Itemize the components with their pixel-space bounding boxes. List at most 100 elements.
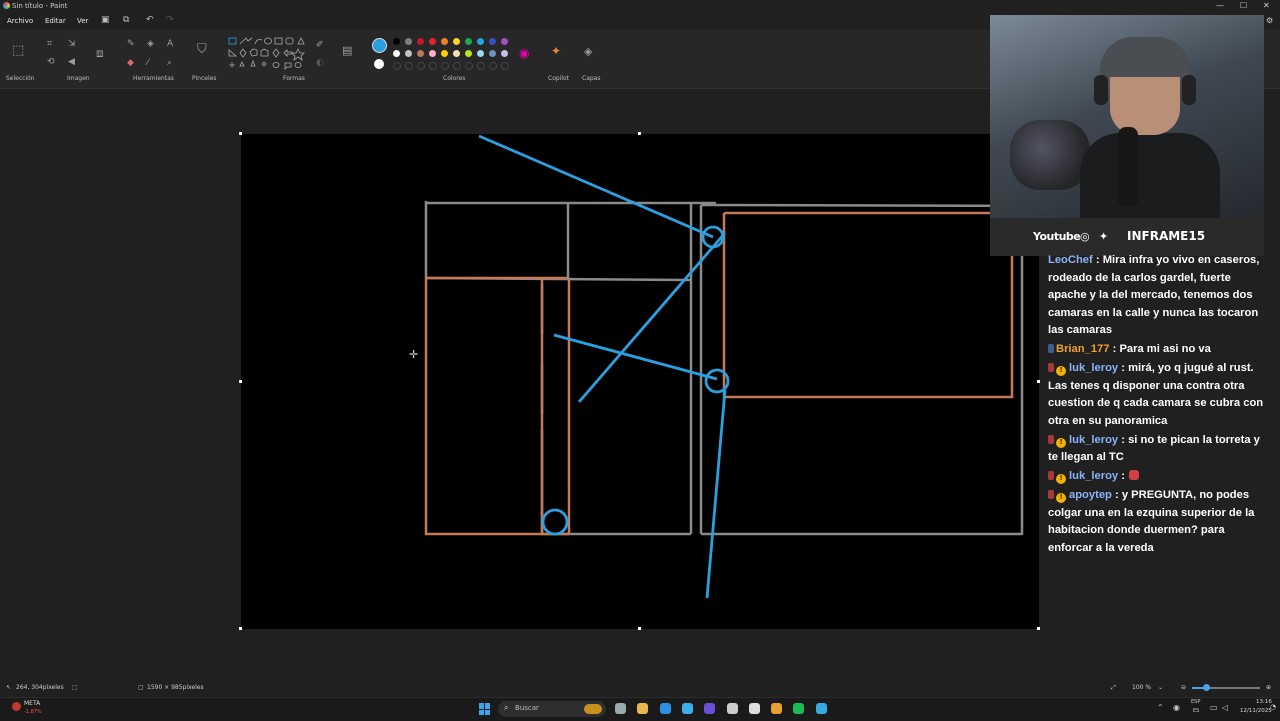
palette-swatch[interactable] [501, 50, 508, 57]
lang-bottom[interactable]: ES [1193, 708, 1199, 714]
empty-palette-slot[interactable] [417, 62, 425, 70]
zoom-slider[interactable] [1192, 684, 1260, 691]
empty-palette-slot[interactable] [453, 62, 461, 70]
resize-handle[interactable] [638, 132, 641, 135]
crop-icon[interactable]: ⌗ [47, 39, 52, 49]
tray-app-icon[interactable]: ◉ [1173, 703, 1180, 712]
taskbar-search[interactable]: ⌕ Buscar [498, 701, 606, 717]
palette-swatch[interactable] [417, 50, 424, 57]
zoom-out-icon[interactable]: ⊖ [1181, 680, 1186, 696]
layers-shape-icon[interactable]: ▤ [342, 44, 352, 57]
brush-icon[interactable]: ⛉ [197, 42, 207, 57]
palette-swatch[interactable] [417, 38, 424, 45]
resize-handle[interactable] [239, 380, 242, 383]
palette-swatch[interactable] [405, 38, 412, 45]
game-icon[interactable] [771, 703, 783, 714]
empty-palette-slot[interactable] [405, 62, 413, 70]
outline-icon[interactable]: ✐ [316, 40, 324, 50]
secondary-color-swatch[interactable] [374, 59, 384, 69]
shapes-gallery[interactable] [226, 36, 306, 76]
share-icon[interactable]: ⧉ [123, 15, 129, 25]
close-button[interactable]: ✕ [1263, 0, 1270, 12]
menu-edit[interactable]: Editar [45, 14, 66, 28]
color-palette[interactable] [393, 38, 515, 74]
undo-icon[interactable]: ↶ [146, 15, 154, 25]
rotate-icon[interactable]: ⟲ [47, 57, 55, 67]
palette-swatch[interactable] [405, 50, 412, 57]
menu-file[interactable]: Archivo [7, 14, 33, 28]
resize-handle[interactable] [239, 627, 242, 630]
maximize-button[interactable]: ☐ [1240, 0, 1247, 12]
stock-icon[interactable] [12, 702, 21, 711]
empty-palette-slot[interactable] [489, 62, 497, 70]
selection-tool-icon[interactable]: ⬚ [12, 43, 24, 58]
layers-icon[interactable]: ◈ [584, 45, 592, 58]
color-wheel-icon[interactable]: ◉ [519, 46, 529, 60]
paint-taskbar-icon[interactable] [815, 703, 827, 714]
save-icon[interactable]: ▣ [101, 15, 110, 25]
flip-icon[interactable]: ◀ [68, 57, 75, 67]
eraser-icon[interactable]: ◆ [127, 58, 134, 68]
fit-icon[interactable]: ⤢ [1111, 680, 1116, 696]
file-explorer-icon[interactable] [615, 703, 626, 714]
copilot-icon[interactable]: ✦ [551, 44, 561, 58]
volume-icon[interactable]: ◁ [1222, 703, 1228, 712]
palette-swatch[interactable] [393, 38, 400, 45]
fill-icon[interactable]: ◈ [147, 39, 154, 49]
resize-handle[interactable] [1037, 627, 1040, 630]
redo-icon[interactable]: ↷ [166, 15, 174, 25]
fill-style-icon[interactable]: ◐ [316, 58, 324, 68]
text-icon[interactable]: A [167, 39, 173, 49]
palette-swatch[interactable] [465, 38, 472, 45]
pencil-icon[interactable]: ✎ [127, 39, 135, 49]
edge-dev-icon[interactable] [681, 703, 693, 714]
palette-swatch[interactable] [429, 50, 436, 57]
palette-swatch[interactable] [489, 50, 496, 57]
resize-handle[interactable] [239, 132, 242, 135]
settings-gear-icon[interactable]: ⚙ [1266, 16, 1273, 25]
magnifier-icon[interactable]: ⌕ [167, 58, 172, 68]
start-icon[interactable] [479, 703, 491, 715]
zoom-slider-thumb[interactable] [1203, 684, 1210, 691]
spotify-icon[interactable] [793, 703, 805, 714]
zoom-in-icon[interactable]: ⊕ [1266, 680, 1271, 696]
tray-chevron-icon[interactable]: ⌃ [1157, 703, 1164, 712]
notification-icon[interactable]: ◔ [1270, 703, 1276, 711]
empty-palette-slot[interactable] [465, 62, 473, 70]
image-select-icon[interactable]: ⧈ [96, 46, 104, 61]
empty-palette-slot[interactable] [393, 62, 401, 70]
palette-swatch[interactable] [501, 38, 508, 45]
palette-swatch[interactable] [453, 50, 460, 57]
empty-palette-slot[interactable] [441, 62, 449, 70]
empty-palette-slot[interactable] [429, 62, 437, 70]
resize-handle[interactable] [1037, 380, 1040, 383]
color-picker-icon[interactable]: ⁄ [147, 58, 149, 68]
minimize-button[interactable]: — [1216, 0, 1224, 12]
folder-icon[interactable] [637, 703, 649, 714]
drawing-canvas[interactable] [241, 134, 1039, 629]
primary-color-swatch[interactable] [372, 38, 387, 53]
palette-swatch[interactable] [441, 38, 448, 45]
zoom-level[interactable]: 100 % [1132, 680, 1151, 696]
zoom-dropdown-icon[interactable]: ⌄ [1158, 680, 1163, 696]
palette-swatch[interactable] [465, 50, 472, 57]
capcut-icon[interactable] [748, 703, 760, 714]
clock-date[interactable]: 12/11/2025 [1240, 708, 1272, 714]
palette-swatch[interactable] [477, 50, 484, 57]
empty-palette-slot[interactable] [501, 62, 509, 70]
edge-icon[interactable] [659, 703, 671, 714]
palette-swatch[interactable] [453, 38, 460, 45]
resize-icon[interactable]: ⇲ [68, 39, 76, 49]
palette-swatch[interactable] [393, 50, 400, 57]
palette-swatch[interactable] [441, 50, 448, 57]
palette-swatch[interactable] [429, 38, 436, 45]
steam-icon[interactable] [726, 703, 738, 714]
palette-swatch[interactable] [477, 38, 484, 45]
palette-swatch[interactable] [489, 38, 496, 45]
discord-icon[interactable] [704, 703, 716, 714]
resize-handle[interactable] [638, 627, 641, 630]
menu-view[interactable]: Ver [77, 14, 88, 28]
empty-palette-slot[interactable] [477, 62, 485, 70]
monitor-icon[interactable]: ▭ [1210, 703, 1218, 712]
lang-top[interactable]: ESP [1191, 699, 1200, 705]
